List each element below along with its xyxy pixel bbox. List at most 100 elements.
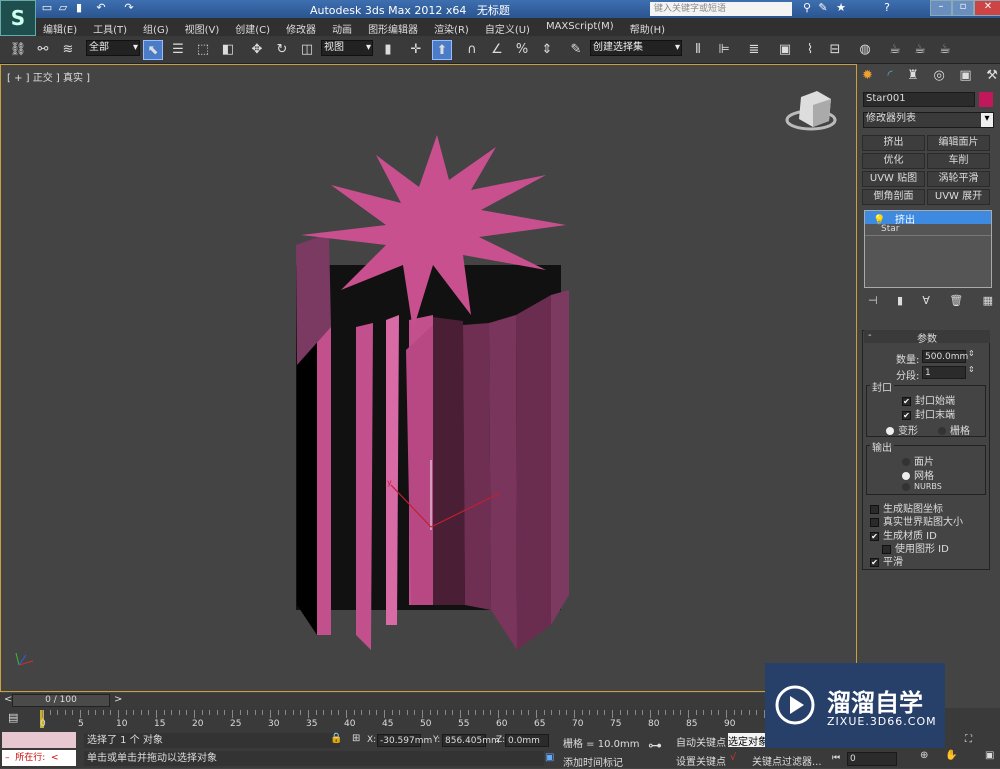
link-icon[interactable]: ⛓ <box>8 40 28 60</box>
y-coord-input[interactable]: 856.405mm <box>442 734 500 747</box>
lock-selection-icon[interactable]: 🔒 <box>330 733 342 744</box>
move-icon[interactable]: ✥ <box>247 40 267 60</box>
render-setup-icon[interactable]: ☕ <box>885 40 905 60</box>
bind-spacewarp-icon[interactable]: ≋ <box>58 40 78 60</box>
time-slider-thumb[interactable]: 0 / 100 <box>12 694 110 707</box>
menu-item[interactable]: 编辑(E) <box>43 18 77 36</box>
curve-editor-icon[interactable]: ⌇ <box>800 40 820 60</box>
z-coord-input[interactable]: 0.0mm <box>505 734 549 747</box>
segments-spinner[interactable]: ⇕ <box>968 365 975 374</box>
open-file-icon[interactable]: ▱ <box>56 1 70 15</box>
curve-editor-mini-icon[interactable]: ▤ <box>8 711 18 724</box>
stack-item-star[interactable]: Star <box>865 224 991 236</box>
undo-icon[interactable]: ↶ <box>94 1 108 15</box>
select-object-icon[interactable]: ⬉ <box>143 40 163 60</box>
zoom-extents-icon[interactable]: ⛶ <box>965 734 972 745</box>
mesh-radio[interactable]: 网格 <box>902 467 934 482</box>
menu-item[interactable]: 图形编辑器 <box>368 18 418 36</box>
absolute-mode-icon[interactable]: ⊞ <box>352 733 360 744</box>
tab-hierarchy-icon[interactable]: ♜ <box>907 68 919 88</box>
cap-start-checkbox[interactable]: ✔ 封口始端 <box>902 392 955 407</box>
tab-display-icon[interactable]: ▣ <box>959 68 971 88</box>
pivot-center-icon[interactable]: ▮ <box>378 40 398 60</box>
auto-key-button[interactable]: 自动关键点 <box>676 734 726 749</box>
binoculars-icon[interactable]: ⚲ <box>800 1 814 15</box>
current-frame-input[interactable]: 0 <box>847 752 897 766</box>
keyboard-shortcut-icon[interactable]: ⬆ <box>432 40 452 60</box>
make-unique-icon[interactable]: ∀ <box>922 294 930 307</box>
close-button[interactable]: ✕ <box>974 0 1000 16</box>
maxscript-listener[interactable] <box>2 732 76 748</box>
parameters-rollout-header[interactable]: - 参数 <box>864 330 990 345</box>
smooth-checkbox[interactable]: ✔ 平滑 <box>870 553 903 568</box>
help-icon[interactable]: ? <box>880 1 894 15</box>
show-end-result-icon[interactable]: ▮ <box>897 294 903 307</box>
morph-radio[interactable]: 变形 <box>886 422 918 437</box>
modifier-stack[interactable]: 💡 挤出 Star <box>864 210 992 288</box>
snap-toggle-icon[interactable]: ∩ <box>462 40 482 60</box>
select-by-name-icon[interactable]: ☰ <box>168 40 188 60</box>
modifier-button[interactable]: 挤出 <box>862 135 925 151</box>
nurbs-radio[interactable]: NURBS <box>902 482 942 491</box>
spinner-snap-icon[interactable]: ⇕ <box>537 40 557 60</box>
menu-item[interactable]: 动画 <box>332 18 352 36</box>
menu-item[interactable]: 组(G) <box>143 18 169 36</box>
viewport-front[interactable]: [ + ] 正交 ] 真实 ] x y <box>0 64 857 692</box>
zoom-icon[interactable]: ⊕ <box>920 750 928 761</box>
selection-filter-dropdown[interactable]: 全部 <box>86 40 140 56</box>
tab-modify-icon[interactable]: ◜ <box>888 68 893 88</box>
patch-radio[interactable]: 面片 <box>902 453 934 468</box>
modifier-button[interactable]: 倒角剖面 <box>862 189 925 205</box>
modifier-button[interactable]: 优化 <box>862 153 925 169</box>
cap-end-checkbox[interactable]: ✔ 封口末端 <box>902 406 955 421</box>
menu-item[interactable]: 自定义(U) <box>485 18 530 36</box>
stack-item-extrude[interactable]: 💡 挤出 <box>865 211 991 226</box>
modifier-button[interactable]: 车削 <box>927 153 990 169</box>
key-mode-dropdown[interactable]: 选定对象 <box>728 733 768 747</box>
select-manipulate-icon[interactable]: ✛ <box>406 40 426 60</box>
remove-modifier-icon[interactable]: 🗑 <box>949 294 963 307</box>
ref-coord-dropdown[interactable]: 视图 <box>321 40 373 56</box>
menu-item[interactable]: 渲染(R) <box>434 18 469 36</box>
layer-manager-icon[interactable]: ≣ <box>744 40 764 60</box>
save-icon[interactable]: ▮ <box>72 1 86 15</box>
tab-create-icon[interactable]: ✹ <box>862 68 873 88</box>
unlink-icon[interactable]: ⚯ <box>33 40 53 60</box>
grid-radio[interactable]: 栅格 <box>938 422 970 437</box>
modifier-list-dropdown[interactable]: 修改器列表 ▾ <box>863 112 994 128</box>
configure-sets-icon[interactable]: ▦ <box>983 294 993 307</box>
amount-input[interactable]: 500.0mm <box>922 350 968 363</box>
rendered-frame-icon[interactable]: ☕ <box>910 40 930 60</box>
next-frame-icon[interactable]: > <box>114 694 122 705</box>
maximize-button[interactable]: ▫ <box>952 0 974 16</box>
tab-utilities-icon[interactable]: ⚒ <box>986 68 998 88</box>
minimize-button[interactable]: – <box>930 0 952 16</box>
search-input[interactable]: 键入关键字或短语 <box>650 2 792 16</box>
modifier-button[interactable]: UVW 展开 <box>927 189 990 205</box>
menu-item[interactable]: MAXScript(M) <box>546 18 614 36</box>
menu-item[interactable]: 工具(T) <box>93 18 127 36</box>
set-key-button[interactable]: 设置关键点 <box>676 753 726 768</box>
star-icon[interactable]: ★ <box>834 1 848 15</box>
graphite-tools-icon[interactable]: ▣ <box>775 40 795 60</box>
render-icon[interactable]: ☕ <box>935 40 955 60</box>
app-menu-button[interactable]: S <box>0 0 36 36</box>
align-icon[interactable]: ⊫ <box>714 40 734 60</box>
angle-snap-icon[interactable]: ∠ <box>487 40 507 60</box>
menu-item[interactable]: 视图(V) <box>185 18 220 36</box>
percent-snap-icon[interactable]: % <box>512 40 532 60</box>
modifier-button[interactable]: 编辑面片 <box>927 135 990 151</box>
new-file-icon[interactable]: ▭ <box>40 1 54 15</box>
wrench-icon[interactable]: ✎ <box>816 1 830 15</box>
segments-input[interactable]: 1 <box>922 366 966 379</box>
object-name-field[interactable]: Star001 <box>863 92 975 107</box>
scale-icon[interactable]: ◫ <box>297 40 317 60</box>
menu-item[interactable]: 创建(C) <box>235 18 270 36</box>
mirror-icon[interactable]: ⫴ <box>688 40 708 60</box>
maxscript-line[interactable]: – 所在行: < <box>2 750 76 766</box>
key-icon[interactable]: ⊶ <box>648 738 662 754</box>
star-extrusion-object[interactable] <box>296 135 569 650</box>
redo-icon[interactable]: ↷ <box>122 1 136 15</box>
menu-item[interactable]: 帮助(H) <box>630 18 665 36</box>
window-crossing-icon[interactable]: ◧ <box>218 40 238 60</box>
